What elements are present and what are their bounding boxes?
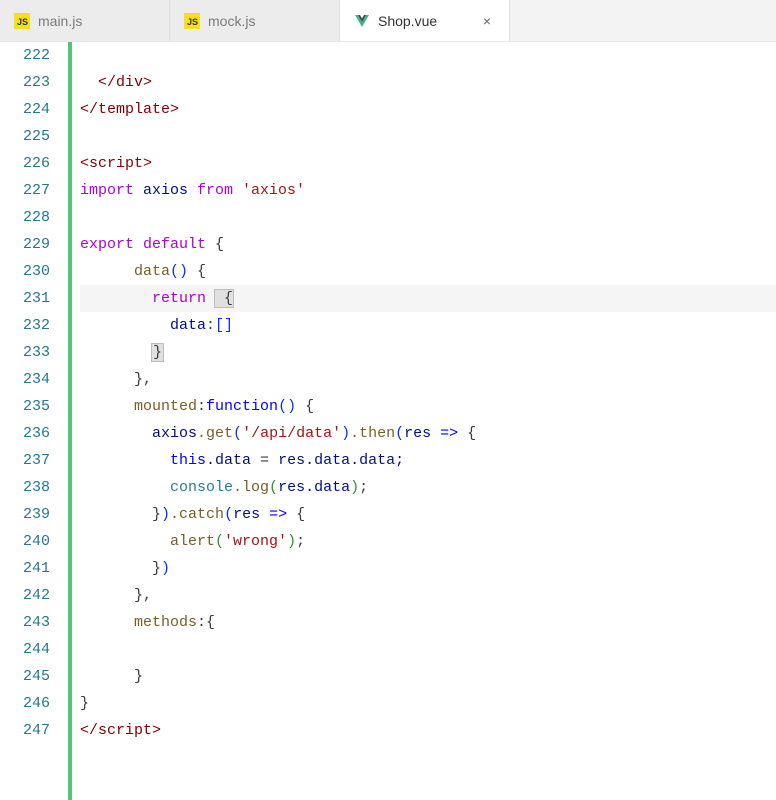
- vue-icon: [354, 13, 370, 29]
- line-number-gutter: 2222232242252262272282292302312322332342…: [0, 42, 72, 800]
- line-number: 239: [0, 501, 50, 528]
- line-number: 235: [0, 393, 50, 420]
- line-number: 225: [0, 123, 50, 150]
- line-number: 226: [0, 150, 50, 177]
- code-line: [80, 123, 776, 150]
- js-icon: JS: [184, 13, 200, 29]
- js-icon: JS: [14, 13, 30, 29]
- code-line: import axios from 'axios': [80, 177, 776, 204]
- code-line: </script>: [80, 717, 776, 744]
- code-line: }).catch(res => {: [80, 501, 776, 528]
- svg-text:JS: JS: [187, 17, 198, 27]
- line-number: 229: [0, 231, 50, 258]
- tab-label: main.js: [38, 13, 82, 29]
- code-line: [80, 204, 776, 231]
- code-line: axios.get('/api/data').then(res => {: [80, 420, 776, 447]
- code-line: data() {: [80, 258, 776, 285]
- code-line: </template>: [80, 96, 776, 123]
- code-line: methods:{: [80, 609, 776, 636]
- tab-mock-js[interactable]: JS mock.js: [170, 0, 340, 41]
- code-line: },: [80, 366, 776, 393]
- code-line: this.data = res.data.data;: [80, 447, 776, 474]
- line-number: 222: [0, 42, 50, 69]
- code-line: data:[]: [80, 312, 776, 339]
- line-number: 236: [0, 420, 50, 447]
- line-number: 237: [0, 447, 50, 474]
- line-number: 240: [0, 528, 50, 555]
- code-line: <script>: [80, 150, 776, 177]
- line-number: 233: [0, 339, 50, 366]
- tab-bar: JS main.js JS mock.js Shop.vue ×: [0, 0, 776, 42]
- line-number: 247: [0, 717, 50, 744]
- code-line: }: [80, 690, 776, 717]
- code-line: </div>: [80, 69, 776, 96]
- svg-text:JS: JS: [17, 17, 28, 27]
- line-number: 223: [0, 69, 50, 96]
- code-line: [80, 42, 776, 69]
- tab-shop-vue[interactable]: Shop.vue ×: [340, 0, 510, 41]
- code-line: }): [80, 555, 776, 582]
- code-line: }: [80, 339, 776, 366]
- line-number: 238: [0, 474, 50, 501]
- tab-label: mock.js: [208, 13, 255, 29]
- line-number: 227: [0, 177, 50, 204]
- close-icon[interactable]: ×: [479, 13, 495, 29]
- code-line: alert('wrong');: [80, 528, 776, 555]
- code-line: console.log(res.data);: [80, 474, 776, 501]
- code-line-current: return {: [80, 285, 776, 312]
- tab-main-js[interactable]: JS main.js: [0, 0, 170, 41]
- line-number: 243: [0, 609, 50, 636]
- code-line: export default {: [80, 231, 776, 258]
- line-number: 244: [0, 636, 50, 663]
- line-number: 228: [0, 204, 50, 231]
- line-number: 246: [0, 690, 50, 717]
- code-editor[interactable]: 2222232242252262272282292302312322332342…: [0, 42, 776, 800]
- code-line: }: [80, 663, 776, 690]
- line-number: 242: [0, 582, 50, 609]
- code-line: [80, 636, 776, 663]
- tab-label: Shop.vue: [378, 13, 437, 29]
- line-number: 241: [0, 555, 50, 582]
- code-area[interactable]: </div> </template> <script> import axios…: [72, 42, 776, 800]
- code-line: mounted:function() {: [80, 393, 776, 420]
- code-line: },: [80, 582, 776, 609]
- line-number: 224: [0, 96, 50, 123]
- line-number: 230: [0, 258, 50, 285]
- line-number: 234: [0, 366, 50, 393]
- line-number: 231: [0, 285, 50, 312]
- line-number: 232: [0, 312, 50, 339]
- line-number: 245: [0, 663, 50, 690]
